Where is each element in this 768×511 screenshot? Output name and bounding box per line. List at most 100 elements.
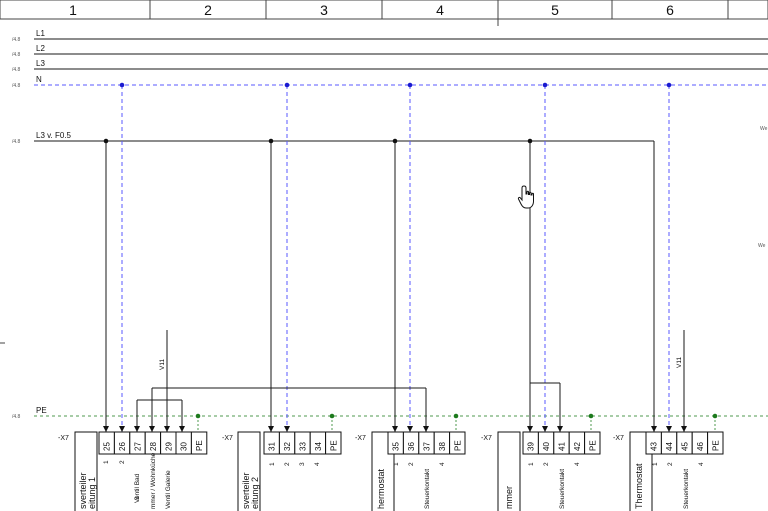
terminal-note: Steuerkontakt xyxy=(559,469,566,509)
rail-label-l3: L3 xyxy=(36,59,45,68)
column-header: 1 2 3 4 5 6 xyxy=(0,0,768,26)
wire-number: 3 xyxy=(299,462,306,466)
arrow-icon xyxy=(284,426,290,432)
arrow-icon xyxy=(542,426,548,432)
terminal-number: 30 xyxy=(180,442,189,451)
arrow-icon xyxy=(103,426,109,432)
column-number: 5 xyxy=(551,2,559,18)
terminal-number: 38 xyxy=(438,442,447,451)
pe-junction xyxy=(195,413,201,419)
vertical-label: V11 xyxy=(159,359,166,370)
terminal-number: 46 xyxy=(696,442,705,451)
wire-number: 2 xyxy=(119,460,126,464)
terminal-number: PE xyxy=(588,440,597,451)
rail-ref: /4.8 xyxy=(12,37,21,43)
terminal-number: 28 xyxy=(149,442,158,451)
phase-junction xyxy=(103,138,109,144)
rail-label-l2: L2 xyxy=(36,44,45,53)
wire-number: 4 xyxy=(698,462,705,466)
margin-text: We xyxy=(758,243,766,249)
device-label: eitung 2 xyxy=(250,477,260,509)
arrow-icon xyxy=(134,426,140,432)
column-header-frame xyxy=(0,0,768,20)
terminal-note: Ventil Bad xyxy=(134,473,141,503)
rail-ref: /4.8 xyxy=(12,83,21,89)
terminal-number: PE xyxy=(453,440,462,451)
device-label: eitung 1 xyxy=(87,477,97,509)
rail-label-pe: PE xyxy=(36,406,47,415)
wire-number: 1 xyxy=(652,462,659,466)
wire-number: 2 xyxy=(408,462,415,466)
rail-ref: /4.8 xyxy=(12,414,21,420)
terminal-strip-label: -X7 xyxy=(481,435,492,442)
phase-junction xyxy=(268,138,274,144)
terminal-group: -X7 mmer 39 40 41 42 PE 1 2 4 Steuerkontakt xyxy=(481,431,601,511)
wire-number: 2 xyxy=(284,462,291,466)
terminal-note: Steuerkontakt xyxy=(424,469,431,509)
wire-number: 2 xyxy=(543,462,550,466)
terminal-number: 45 xyxy=(681,442,690,451)
terminal-number: 31 xyxy=(268,442,277,451)
neutral-junction xyxy=(119,82,125,88)
device-label: Thermostat xyxy=(634,463,644,509)
terminal-strip-label: -X7 xyxy=(355,435,366,442)
column-number: 2 xyxy=(204,2,212,18)
pe-junction xyxy=(453,413,459,419)
margin-text: We xyxy=(760,126,768,132)
neutral-junction xyxy=(407,82,413,88)
terminal-number: 41 xyxy=(558,442,567,451)
arrow-icon xyxy=(557,426,563,432)
pe-junction xyxy=(712,413,718,419)
rail-label-l1: L1 xyxy=(36,29,45,38)
arrow-icon xyxy=(164,426,170,432)
column-number: 1 xyxy=(69,2,77,18)
wire-number: 1 xyxy=(528,462,535,466)
terminal-number: 43 xyxy=(650,442,659,451)
terminal-number: 32 xyxy=(283,442,292,451)
terminal-group: -X7 hermostat 35 36 37 38 PE 1 2 4 Steuerkontakt xyxy=(355,431,466,511)
vertical-label: V11 xyxy=(676,357,683,368)
arrow-icon xyxy=(651,426,657,432)
wire-number: 4 xyxy=(439,462,446,466)
schematic-canvas[interactable]: 1 2 3 4 5 6 /4.8 L1 /4.8 L2 /4.8 L3 /4.8… xyxy=(0,0,768,511)
pe-junction xyxy=(329,413,335,419)
terminal-number: 42 xyxy=(573,442,582,451)
column-number: 4 xyxy=(436,2,444,18)
arrow-icon xyxy=(407,426,413,432)
wires xyxy=(105,85,716,432)
arrow-icon xyxy=(149,426,155,432)
arrowheads xyxy=(103,426,687,432)
terminal-note: mmer / Wohnküche xyxy=(150,452,157,509)
terminal-number: 36 xyxy=(407,442,416,451)
wire-number: 1 xyxy=(103,460,110,464)
terminal-note: Ventil Galerie xyxy=(165,470,172,509)
device-label: hermostat xyxy=(376,468,386,509)
arrow-icon xyxy=(666,426,672,432)
terminal-strip-label: -X7 xyxy=(222,435,233,442)
terminal-number: PE xyxy=(195,440,204,451)
wire-number: 4 xyxy=(574,462,581,466)
arrow-icon xyxy=(119,426,125,432)
arrow-icon xyxy=(268,426,274,432)
arrow-icon xyxy=(392,426,398,432)
terminal-group: -X7sverteiler eitung 231 32 33 34 PE1 2 3 4 xyxy=(222,431,342,511)
rail-ref: /4.8 xyxy=(12,52,21,58)
wire-number: 1 xyxy=(269,462,276,466)
phase-junction xyxy=(527,138,533,144)
rail-ref: /4.8 xyxy=(12,139,21,145)
device-label: mmer xyxy=(504,486,514,509)
terminal-number: PE xyxy=(329,440,338,451)
terminal-group: -X7 Thermostat 43 44 45 46 PE 1 2 4 Steuerkontakt xyxy=(613,431,724,511)
rail-label-l3-branch: L3 v. F0.5 xyxy=(36,131,72,140)
arrow-icon xyxy=(527,426,533,432)
terminal-note: Steuerkontakt xyxy=(683,469,690,509)
terminal-number: 37 xyxy=(423,442,432,451)
pe-junction xyxy=(588,413,594,419)
wire-number: 1 xyxy=(393,462,400,466)
column-number: 6 xyxy=(666,2,674,18)
terminal-number: 34 xyxy=(314,442,323,451)
terminal-group: -X7sverteiler eitung 125 26 27 28 29 30 PE1 23Ve… xyxy=(58,431,208,511)
arrow-icon xyxy=(681,426,687,432)
wire-number: 4 xyxy=(314,462,321,466)
terminal-number: 33 xyxy=(299,442,308,451)
